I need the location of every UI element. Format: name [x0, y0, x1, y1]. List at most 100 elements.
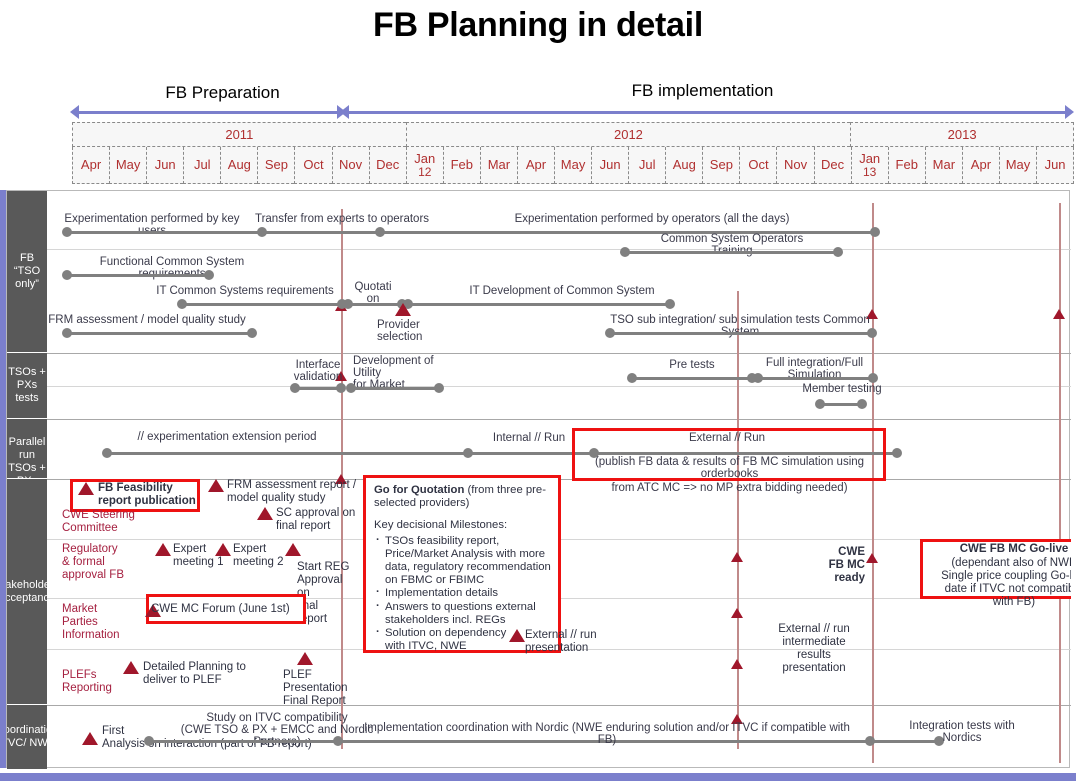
- milestone-label: CWE FB MC ready: [828, 546, 865, 584]
- phase-label-preparation: FB Preparation: [165, 83, 280, 102]
- milestone-label: External // run presentation: [525, 629, 597, 654]
- bar-line: [350, 386, 440, 390]
- month-label: Mar: [932, 157, 956, 173]
- milestone-detailed-planning-icon: [123, 661, 139, 674]
- bar-label: IT Common Systems requirements: [156, 285, 334, 297]
- arrow-head-right-icon: [1065, 105, 1074, 119]
- gantt-body: FB “TSO only” TSOs + PXs tests Parallel …: [6, 190, 1071, 769]
- month-cell-sep[interactable]: Sep: [257, 147, 295, 184]
- month-cell-mar[interactable]: Mar: [479, 147, 517, 184]
- month-label: May: [1005, 157, 1031, 173]
- month-cell-apr[interactable]: Apr: [72, 147, 110, 184]
- year-label: 2013: [947, 126, 977, 142]
- month-label: Jul: [193, 157, 211, 173]
- bar-end-dot: [336, 383, 346, 393]
- month-cell-mar[interactable]: Mar: [924, 147, 962, 184]
- row-divider: [47, 249, 1071, 250]
- month-cell-dec[interactable]: Dec: [368, 147, 406, 184]
- slide-canvas: FB Planning in detail FB Preparation FB …: [0, 0, 1076, 781]
- month-cell-may[interactable]: May: [109, 147, 147, 184]
- vertical-guide-line-final: [1059, 203, 1061, 763]
- month-cell-apr[interactable]: Apr: [961, 147, 999, 184]
- milestone-plef-presentation-icon: [297, 652, 313, 665]
- row-title-cwe-steering: CWE Steering Committee: [62, 509, 135, 534]
- task-bar: [62, 328, 257, 338]
- arrow-shaft: [347, 111, 1067, 114]
- bar-label: Experimentation performed by operators (…: [514, 213, 790, 225]
- bar-end-dot: [665, 299, 675, 309]
- external-run-note2: from ATC MC => no MP extra bidding neede…: [611, 482, 848, 494]
- band-label-fb-tso-only: FB “TSO only”: [7, 191, 47, 353]
- milestone-expert-meeting-2-icon: [215, 543, 231, 556]
- month-label: Mar: [487, 157, 511, 173]
- band-label-text: Coordination iTVC/ NWE: [7, 724, 47, 749]
- golive-title: CWE FB MC Go-live: [959, 543, 1069, 555]
- milestone-fb-feasibility-icon: [78, 482, 94, 495]
- month-cell-nov[interactable]: Nov: [331, 147, 369, 184]
- bar-end-dot: [867, 328, 877, 338]
- month-cell-oct[interactable]: Oct: [739, 147, 777, 184]
- row-title-regulatory: Regulatory & formal approval FB: [62, 543, 125, 581]
- row-divider: [47, 386, 1071, 387]
- bar-end-dot: [857, 399, 867, 409]
- month-label: Dec: [821, 157, 845, 173]
- milestone-frm-report-icon: [208, 479, 224, 492]
- month-cell-nov[interactable]: Nov: [776, 147, 814, 184]
- month-label: Feb: [895, 157, 918, 173]
- row-title-plefs-reporting: PLEFs Reporting: [62, 669, 112, 694]
- month-cell-jun[interactable]: Jun: [591, 147, 629, 184]
- month-cell-sep[interactable]: Sep: [702, 147, 740, 184]
- bar-line: [181, 302, 343, 306]
- month-cell-feb[interactable]: Feb: [887, 147, 925, 184]
- bar-label: Transfer from experts to operators: [254, 213, 430, 225]
- task-bar-marker: [375, 227, 385, 237]
- month-cell-jan-13[interactable]: Jan 13: [850, 147, 888, 184]
- list-item: TSOs feasibility report, Price/Market An…: [376, 534, 551, 588]
- gantt-plot-area: Experimentation performed by key users T…: [47, 191, 1071, 767]
- bar-end-dot: [204, 270, 214, 280]
- band-label-text: TSOs + PXs tests: [8, 366, 46, 404]
- milestone-first-analysis-icon: [82, 732, 98, 745]
- task-bar: [605, 328, 877, 338]
- milestone-label: SC approval on final report: [276, 507, 356, 532]
- milestone-label: CWE MC Forum (June 1st): [151, 603, 290, 615]
- band-label-stakeholders-acceptance: Stakeholders acceptance: [7, 479, 47, 705]
- month-year-suffix: 12: [418, 164, 432, 179]
- month-label: Jan: [859, 150, 881, 166]
- band-label-parallel-run: Parallel run TSOs + PXs: [7, 419, 47, 479]
- band-label-coordination-itvc-nwe: Coordination iTVC/ NWE: [7, 705, 47, 769]
- month-cell-jul[interactable]: Jul: [183, 147, 221, 184]
- task-bar-marker: [463, 448, 473, 458]
- bar-mid-dot: [257, 227, 267, 237]
- band-divider: [47, 705, 1071, 706]
- year-row: 2011 2012 2013: [72, 122, 1075, 147]
- month-cell-feb[interactable]: Feb: [442, 147, 480, 184]
- guide-arrow-icon: [731, 552, 743, 562]
- bar-end-dot: [870, 227, 880, 237]
- band-label-tso-px-tests: TSOs + PXs tests: [7, 353, 47, 419]
- month-label: Oct: [748, 157, 769, 173]
- month-cell-dec[interactable]: Dec: [813, 147, 851, 184]
- month-label: Aug: [672, 157, 696, 173]
- bar-label: IT Development of Common System: [469, 285, 655, 297]
- bar-mid-dot: [375, 227, 385, 237]
- task-bar: [620, 247, 843, 257]
- phase-arrow-implementation: [340, 105, 1074, 119]
- month-cell-jan-12[interactable]: Jan 12: [405, 147, 443, 184]
- month-cell-may[interactable]: May: [554, 147, 592, 184]
- month-cell-oct[interactable]: Oct: [294, 147, 332, 184]
- month-cell-may[interactable]: May: [998, 147, 1037, 184]
- month-cell-aug[interactable]: Aug: [220, 147, 258, 184]
- milestone-start-reg-approval-icon: [285, 543, 301, 556]
- month-cell-jun[interactable]: Jun: [1036, 147, 1075, 184]
- task-bar: [62, 270, 214, 280]
- month-label: Apr: [525, 157, 547, 173]
- month-cell-jul[interactable]: Jul: [628, 147, 666, 184]
- bar-label: Member testing: [802, 383, 882, 395]
- month-cell-aug[interactable]: Aug: [665, 147, 703, 184]
- task-bar: [403, 299, 675, 309]
- month-cell-jun[interactable]: Jun: [146, 147, 184, 184]
- month-cell-apr[interactable]: Apr: [516, 147, 555, 184]
- year-label: 2011: [225, 126, 254, 142]
- month-label: Sep: [709, 157, 733, 173]
